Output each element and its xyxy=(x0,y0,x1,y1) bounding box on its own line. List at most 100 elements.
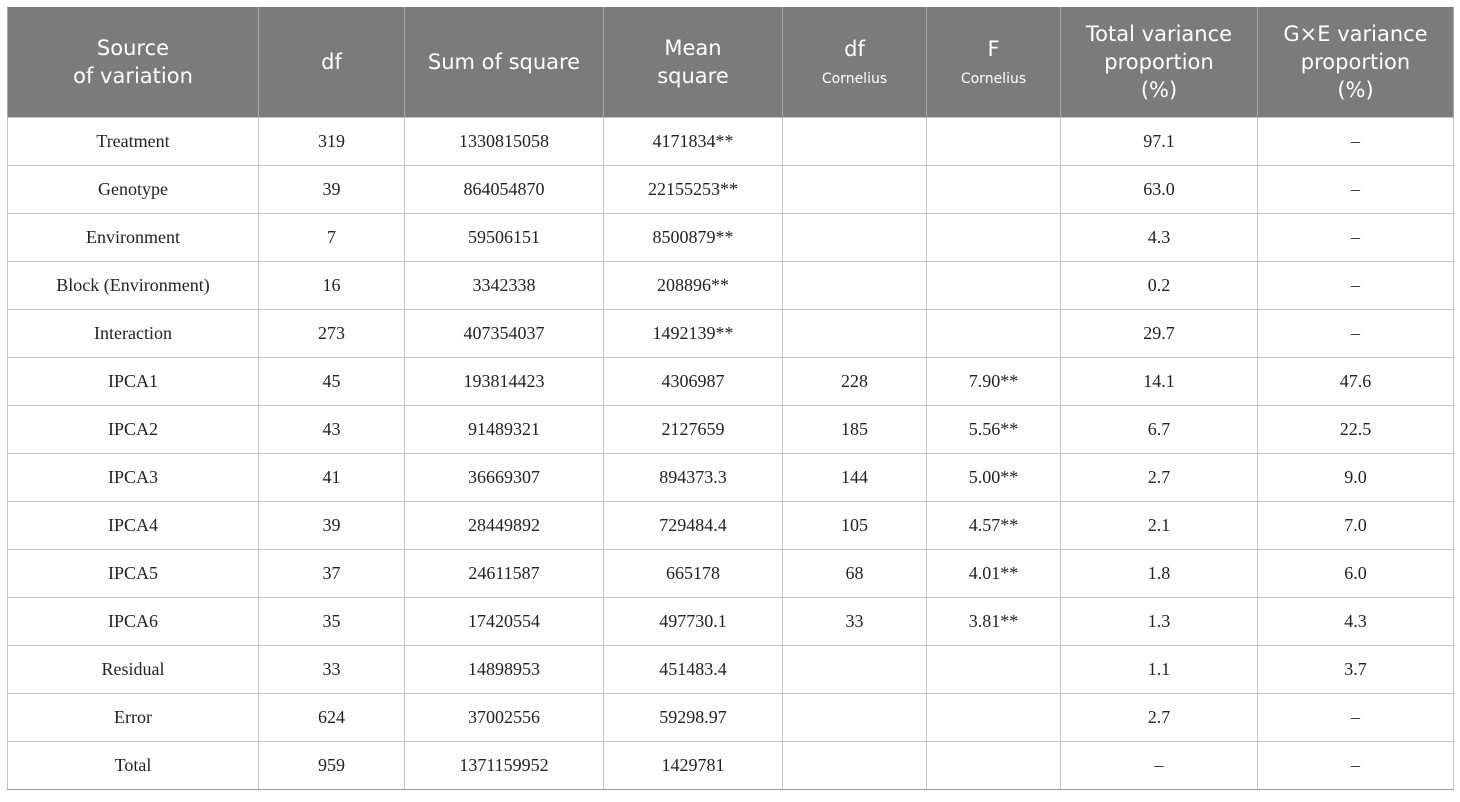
column-header-line: of variation xyxy=(73,64,193,88)
table-row: Residual 33 14898953 451483.4 1.1 3.7 xyxy=(7,645,1454,694)
table-cell: 14.1 xyxy=(1060,357,1258,406)
table-cell: 91489321 xyxy=(404,405,604,454)
table-cell: 4171834** xyxy=(603,117,783,166)
table-cell xyxy=(926,693,1061,742)
table-row: IPCA4 39 28449892 729484.4 105 4.57** 2.1 7.0 xyxy=(7,501,1454,550)
table-cell: 37 xyxy=(258,549,405,598)
row-label-cell: Treatment xyxy=(7,117,259,166)
table-cell: 4.01** xyxy=(926,549,1061,598)
table-cell: – xyxy=(1257,213,1454,262)
table-cell: 39 xyxy=(258,501,405,550)
table-cell xyxy=(782,693,927,742)
table-cell: 4306987 xyxy=(603,357,783,406)
table-cell: 28449892 xyxy=(404,501,604,550)
table-cell: 43 xyxy=(258,405,405,454)
table-cell: 729484.4 xyxy=(603,501,783,550)
table-cell xyxy=(782,261,927,310)
table-row: IPCA1 45 193814423 4306987 228 7.90** 14.1 47.6 xyxy=(7,357,1454,406)
table-cell: 4.3 xyxy=(1257,597,1454,646)
table-cell: 59506151 xyxy=(404,213,604,262)
table-row: IPCA2 43 91489321 2127659 185 5.56** 6.7 22.5 xyxy=(7,405,1454,454)
table-row: Genotype 39 864054870 22155253** 63.0– xyxy=(7,165,1454,214)
table-cell: 5.56** xyxy=(926,405,1061,454)
row-label-cell: IPCA5 xyxy=(7,549,259,598)
table-cell: 59298.97 xyxy=(603,693,783,742)
table-cell: 228 xyxy=(782,357,927,406)
table-row: IPCA3 41 36669307 894373.3 144 5.00** 2.7 9.0 xyxy=(7,453,1454,502)
column-header-line: proportion xyxy=(1104,50,1214,74)
table-cell: 208896** xyxy=(603,261,783,310)
table-cell: 319 xyxy=(258,117,405,166)
column-header-line: F xyxy=(987,37,1000,61)
table-cell: 41 xyxy=(258,453,405,502)
table-cell: 894373.3 xyxy=(603,453,783,502)
column-header-line: Sum of square xyxy=(427,50,581,74)
column-header: df xyxy=(258,7,405,118)
column-header-line: Mean xyxy=(664,36,722,60)
table-cell: 1371159952 xyxy=(404,741,604,790)
table-cell: 22155253** xyxy=(603,165,783,214)
table-row: IPCA5 37 24611587 665178 68 4.01** 1.8 6.0 xyxy=(7,549,1454,598)
table-cell: – xyxy=(1257,693,1454,742)
table-cell xyxy=(926,309,1061,358)
table-cell: 1.1 xyxy=(1060,645,1258,694)
table-cell: 105 xyxy=(782,501,927,550)
table-cell: 14898953 xyxy=(404,645,604,694)
table-cell: 3.7 xyxy=(1257,645,1454,694)
row-label-cell: IPCA1 xyxy=(7,357,259,406)
table-cell: 497730.1 xyxy=(603,597,783,646)
column-header: G×E variance proportion (%) xyxy=(1257,7,1454,118)
table-cell: 1.8 xyxy=(1060,549,1258,598)
column-header-subscript: Cornelius xyxy=(960,71,1027,87)
table-cell: – xyxy=(1257,117,1454,166)
table-cell: 6.7 xyxy=(1060,405,1258,454)
column-header: Source of variation xyxy=(7,7,259,118)
table-cell: 8500879** xyxy=(603,213,783,262)
row-label-cell: IPCA3 xyxy=(7,453,259,502)
table-cell: 45 xyxy=(258,357,405,406)
table-cell: 451483.4 xyxy=(603,645,783,694)
column-header: Sum of square xyxy=(404,7,604,118)
column-header-line: (%) xyxy=(1337,78,1374,102)
table-cell: 4.3 xyxy=(1060,213,1258,262)
table-cell: 1492139** xyxy=(603,309,783,358)
table-cell: 407354037 xyxy=(404,309,604,358)
table-cell: 6.0 xyxy=(1257,549,1454,598)
table-row: Treatment 319 1330815058 4171834** 97.1– xyxy=(7,117,1454,166)
table-cell: 22.5 xyxy=(1257,405,1454,454)
table-cell xyxy=(782,309,927,358)
table-cell: 624 xyxy=(258,693,405,742)
row-label-cell: Environment xyxy=(7,213,259,262)
row-label-cell: IPCA2 xyxy=(7,405,259,454)
column-header-line: Source xyxy=(96,36,170,60)
table-cell xyxy=(926,117,1061,166)
table-cell: 24611587 xyxy=(404,549,604,598)
table-cell: – xyxy=(1257,165,1454,214)
column-header: df Cornelius xyxy=(782,7,927,118)
column-header: Total variance proportion (%) xyxy=(1060,7,1258,118)
table-cell: 144 xyxy=(782,453,927,502)
table-cell: 35 xyxy=(258,597,405,646)
table-cell: 2.1 xyxy=(1060,501,1258,550)
table-cell xyxy=(926,261,1061,310)
table-cell: 1.3 xyxy=(1060,597,1258,646)
table-cell: – xyxy=(1060,741,1258,790)
table-cell xyxy=(926,213,1061,262)
table-cell: 1429781 xyxy=(603,741,783,790)
row-label-cell: Total xyxy=(7,741,259,790)
table-cell xyxy=(926,645,1061,694)
row-label-cell: IPCA4 xyxy=(7,501,259,550)
table-cell xyxy=(782,741,927,790)
row-label-cell: Interaction xyxy=(7,309,259,358)
table-cell: 33 xyxy=(258,645,405,694)
table-cell: 36669307 xyxy=(404,453,604,502)
column-header-line: df xyxy=(844,37,865,61)
row-label-cell: IPCA6 xyxy=(7,597,259,646)
table-row: Interaction 273 407354037 1492139** 29.7– xyxy=(7,309,1454,358)
table-cell: 39 xyxy=(258,165,405,214)
table-cell: 2127659 xyxy=(603,405,783,454)
header-row: Source of variation df Sum of square Mean squ… xyxy=(7,7,1454,118)
table-cell: 7.0 xyxy=(1257,501,1454,550)
row-label-cell: Residual xyxy=(7,645,259,694)
table-cell xyxy=(782,165,927,214)
